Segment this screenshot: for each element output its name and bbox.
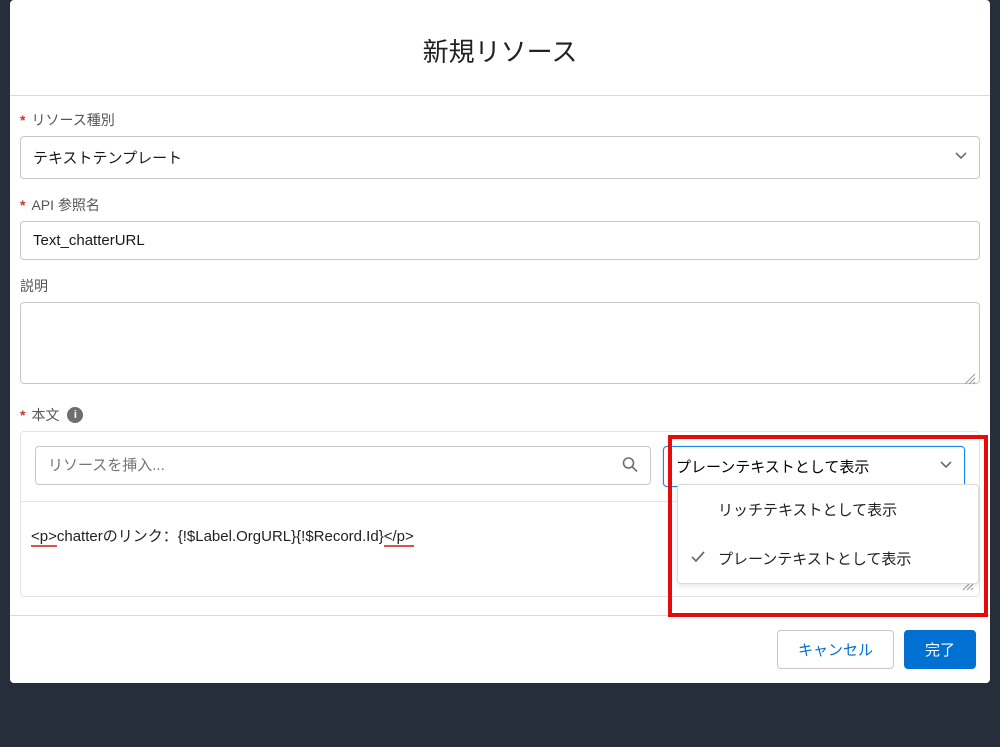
resource-type-value: テキストテンプレート [33,147,182,168]
insert-resource-input[interactable] [35,446,651,485]
check-icon [690,549,706,569]
modal-title: 新規リソース [10,0,990,96]
dropdown-option-plaintext[interactable]: プレーンテキストとして表示 [678,534,978,583]
chevron-down-icon [940,458,952,475]
api-name-label: * API 参照名 [20,195,980,215]
body-text: chatterのリンク：{!$Label.OrgURL}{!$Record.Id… [57,528,384,545]
display-mode-dropdown: リッチテキストとして表示 プレーンテキストとして表示 [677,484,979,584]
done-button[interactable]: 完了 [904,630,976,669]
description-field: 説明 [20,276,980,389]
modal-footer: キャンセル 完了 [10,615,990,683]
body-toolbar: プレーンテキストとして表示 リッチテキストとして表示 [20,431,980,502]
description-textarea[interactable] [20,302,980,384]
new-resource-modal: 新規リソース * リソース種別 テキストテンプレート * API 参照名 説明 [10,0,990,683]
chevron-down-icon [955,149,967,166]
required-asterisk: * [20,407,25,423]
body-tag-close: </p> [384,528,414,547]
api-name-input[interactable] [20,221,980,260]
cancel-button[interactable]: キャンセル [777,630,894,669]
body-tag-open: <p> [31,528,57,547]
resource-type-field: * リソース種別 テキストテンプレート [20,110,980,179]
description-label: 説明 [20,276,980,296]
info-icon[interactable]: i [67,407,83,423]
dropdown-option-richtext[interactable]: リッチテキストとして表示 [678,485,978,534]
body-field: * 本文 i プレーンテキストとして表示 [20,405,980,597]
body-label: * 本文 i [20,405,980,425]
resource-type-label: * リソース種別 [20,110,980,130]
display-mode-select[interactable]: プレーンテキストとして表示 [663,446,965,487]
api-name-field: * API 参照名 [20,195,980,260]
required-asterisk: * [20,197,25,213]
resource-type-select[interactable]: テキストテンプレート [20,136,980,179]
modal-body: * リソース種別 テキストテンプレート * API 参照名 説明 [10,96,990,597]
display-mode-value: プレーンテキストとして表示 [676,456,869,477]
body-editor: プレーンテキストとして表示 リッチテキストとして表示 [20,431,980,597]
search-icon [621,455,639,478]
required-asterisk: * [20,112,25,128]
